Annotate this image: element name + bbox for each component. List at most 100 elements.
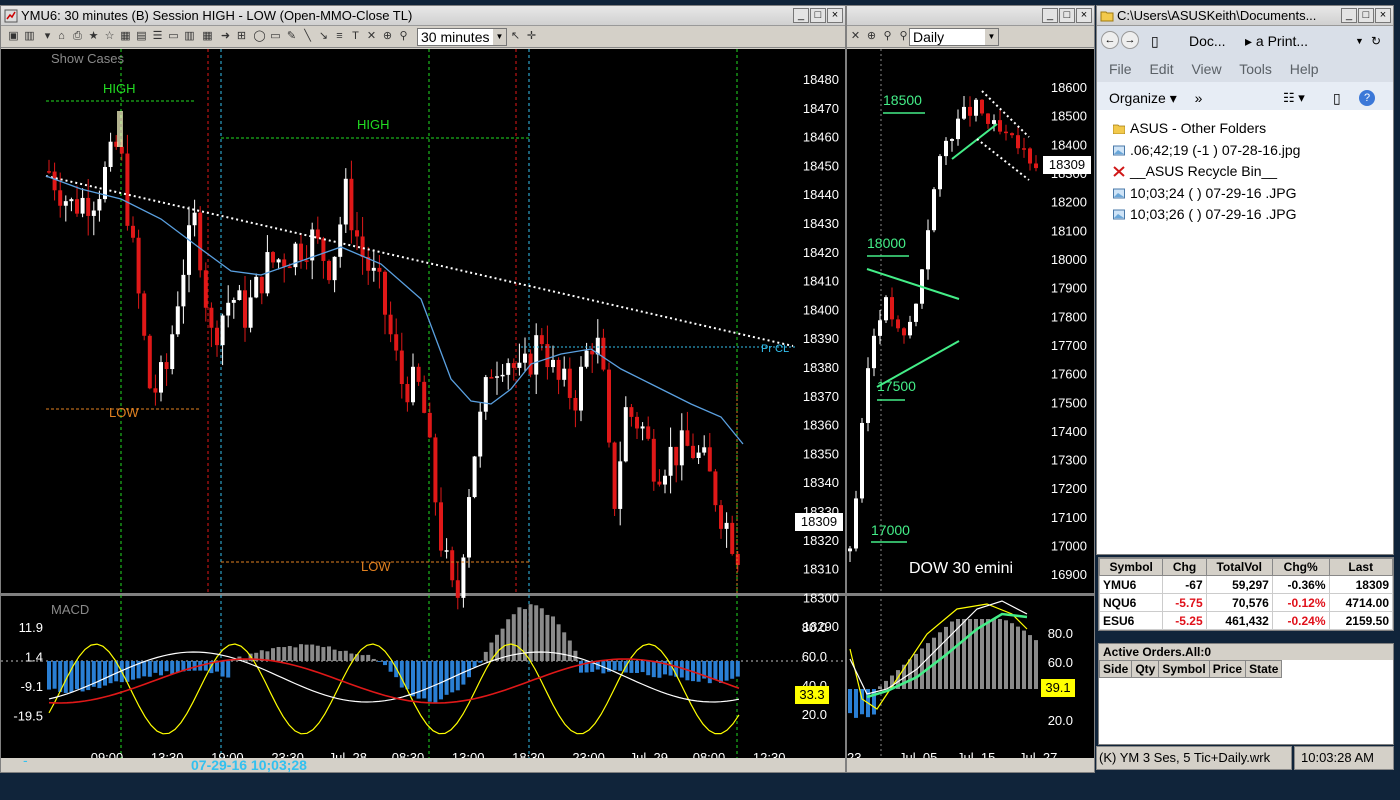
crosshair-icon[interactable]: ✛	[525, 30, 538, 43]
forward-button[interactable]: →	[1121, 31, 1139, 49]
arrow-right-icon[interactable]: ➜	[219, 30, 232, 43]
col-state[interactable]: State	[1245, 660, 1283, 678]
intraday-scrollbar[interactable]: - 07-29-16 10;03;28	[1, 752, 845, 772]
home-icon[interactable]: ⌂	[55, 30, 68, 43]
layout-icon[interactable]: ▥	[183, 30, 196, 43]
fib-tool-icon[interactable]: ≡	[333, 30, 346, 43]
candle-body	[327, 260, 331, 281]
dropdown-icon[interactable]: ▾	[41, 30, 54, 43]
col-totalvol[interactable]: TotalVol	[1205, 558, 1273, 576]
zoom-in-icon[interactable]: ⊕	[381, 30, 394, 43]
chevron-down-icon: ▼	[493, 29, 506, 45]
intraday-title-bar[interactable]: YMU6: 30 minutes (B) Session HIGH - LOW …	[1, 6, 845, 26]
daily-scrollbar[interactable]	[847, 758, 1094, 772]
menu-view[interactable]: View	[1191, 61, 1221, 77]
list-icon[interactable]: ☰	[151, 30, 164, 43]
close-button[interactable]: ×	[1076, 8, 1092, 23]
breadcrumb-documents[interactable]: Doc...	[1189, 26, 1226, 56]
col-price[interactable]: Price	[1208, 660, 1247, 678]
candle-body	[866, 368, 870, 423]
macd-tick: 60.0	[802, 649, 827, 664]
pen-tool-icon[interactable]: ✎	[285, 30, 298, 43]
list-item[interactable]: 10;03;24 ( ) 07-29-16 .JPG	[1113, 183, 1377, 205]
candle-body	[707, 447, 712, 472]
rectangle-tool-icon[interactable]: ▭	[269, 30, 282, 43]
candle-body	[618, 461, 623, 509]
text-tool-icon[interactable]: T	[349, 30, 362, 43]
menu-file[interactable]: File	[1109, 61, 1132, 77]
line-tool-icon[interactable]: ╲	[301, 30, 314, 43]
last-price-box: 18309	[795, 513, 843, 531]
magnifier-icon[interactable]: ⚲	[397, 30, 410, 43]
menu-help[interactable]: Help	[1290, 61, 1319, 77]
document-icon[interactable]: ▭	[167, 30, 180, 43]
pointer-icon[interactable]: ↖	[509, 30, 522, 43]
close-button[interactable]: ×	[1375, 8, 1391, 23]
macd-histogram-bar	[506, 619, 511, 661]
more-commands-button[interactable]: »	[1195, 90, 1203, 106]
breadcrumb-print[interactable]: ▸ a Print...	[1245, 26, 1308, 56]
erase-icon[interactable]: ✕	[365, 30, 378, 43]
macd-histogram-bar	[724, 661, 729, 681]
list-item[interactable]: __ASUS Recycle Bin__	[1113, 161, 1377, 183]
grid-icon[interactable]: ▤	[135, 30, 148, 43]
list-item[interactable]: .06;42;19 (-1 ) 07-28-16.jpg	[1113, 140, 1377, 162]
menu-tools[interactable]: Tools	[1239, 61, 1272, 77]
col-symbol[interactable]: Symbol	[1099, 558, 1164, 576]
col-qty[interactable]: Qty	[1131, 660, 1160, 678]
table-icon[interactable]: ▦	[119, 30, 132, 43]
svg-text:39.1: 39.1	[1045, 680, 1070, 695]
minimize-button[interactable]: _	[793, 8, 809, 23]
price-tick: 17000	[1051, 539, 1087, 554]
organize-button[interactable]: Organize ▾	[1109, 90, 1177, 106]
col-chg[interactable]: Chg	[1162, 558, 1207, 576]
help-icon[interactable]: ?	[1359, 90, 1375, 106]
explorer-title-bar[interactable]: C:\Users\ASUSKeith\Documents... _ □ ×	[1097, 6, 1393, 26]
minimize-button[interactable]: _	[1341, 8, 1357, 23]
maximize-button[interactable]: □	[1358, 8, 1374, 23]
refresh-icon[interactable]: ↻	[1371, 26, 1381, 56]
interval-select[interactable]: 30 minutes ▼	[417, 28, 507, 46]
erase-icon[interactable]: ✕	[849, 30, 862, 43]
magnifier-icon[interactable]: ⚲	[881, 30, 894, 43]
calendar-icon[interactable]: ▦	[201, 30, 214, 43]
table-row[interactable]: NQU6 -5.75 70,576 -0.12% 4714.00	[1099, 593, 1393, 612]
col-last[interactable]: Last	[1328, 558, 1393, 576]
candle-body	[584, 350, 589, 367]
zoom-icon[interactable]: ⊞	[235, 30, 248, 43]
toggle-icon[interactable]: ▥	[23, 30, 36, 43]
candle-body	[884, 297, 888, 321]
col-symbol[interactable]: Symbol	[1158, 660, 1210, 678]
menu-edit[interactable]: Edit	[1149, 61, 1173, 77]
macd-histogram-bar	[556, 624, 561, 661]
back-button[interactable]: ←	[1101, 31, 1119, 49]
macd-histogram-bar	[332, 649, 337, 661]
table-row[interactable]: ESU6 -5.25 461,432 -0.24% 2159.50	[1099, 611, 1393, 630]
daily-chart[interactable]: 18500 18000 17500 17000 DOW 30 emini 186…	[847, 49, 1095, 773]
col-chg-pct[interactable]: Chg%	[1271, 558, 1330, 576]
chevron-down-icon[interactable]: ▼	[1355, 26, 1364, 56]
star-outline-icon[interactable]: ☆	[103, 30, 116, 43]
candle-body	[75, 199, 79, 214]
col-side[interactable]: Side	[1099, 660, 1133, 678]
macd-histogram-bar	[327, 646, 331, 661]
maximize-button[interactable]: □	[1059, 8, 1075, 23]
maximize-button[interactable]: □	[810, 8, 826, 23]
ellipse-tool-icon[interactable]: ◯	[253, 30, 266, 43]
list-item[interactable]: ASUS - Other Folders	[1113, 118, 1377, 140]
close-button[interactable]: ×	[827, 8, 843, 23]
intraday-chart[interactable]: Show Cases HIGH LOW HIGH LOW Pr CL 18480…	[1, 49, 846, 773]
daily-title-bar[interactable]: _ □ ×	[847, 6, 1094, 26]
table-row[interactable]: YMU6 -67 59,297 -0.36% 18309	[1099, 575, 1393, 594]
daily-interval-select[interactable]: Daily ▼	[909, 28, 999, 46]
workspace-status: (K) YM 3 Ses, 5 Tic+Daily.wrk	[1096, 746, 1292, 770]
cursor-icon[interactable]: ▣	[7, 30, 20, 43]
minimize-button[interactable]: _	[1042, 8, 1058, 23]
ray-tool-icon[interactable]: ↘	[317, 30, 330, 43]
star-icon[interactable]: ★	[87, 30, 100, 43]
candle-body	[472, 456, 477, 498]
list-item[interactable]: 10;03;26 ( ) 07-29-16 .JPG	[1113, 204, 1377, 226]
candle-body	[612, 442, 617, 509]
zoom-in-icon[interactable]: ⊕	[865, 30, 878, 43]
print-icon[interactable]: ⎙	[71, 30, 84, 43]
